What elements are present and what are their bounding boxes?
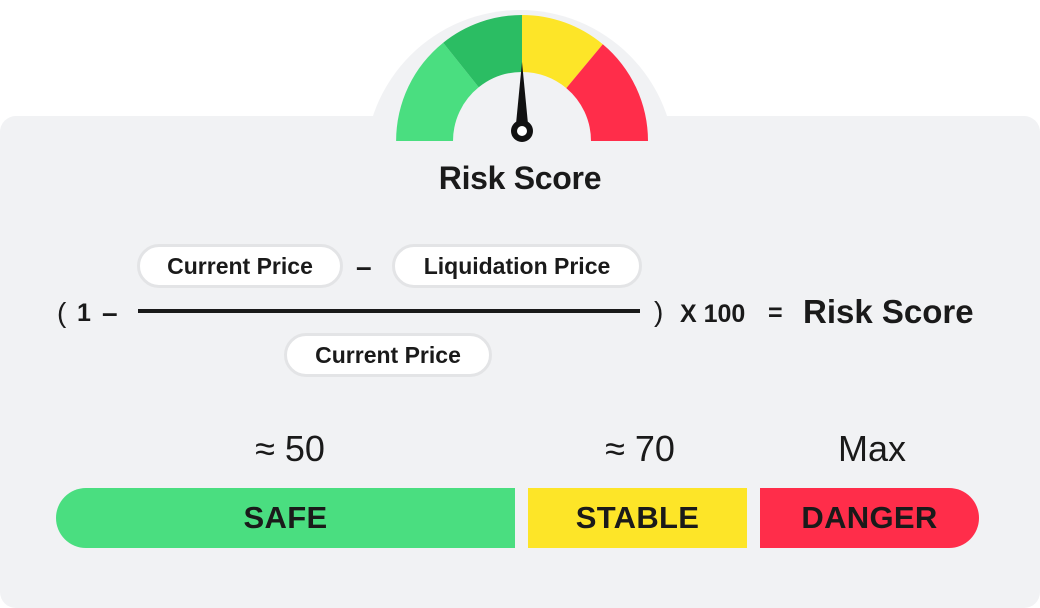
formula-minus: –: [102, 297, 118, 328]
numerator-current-price: Current Price: [137, 244, 343, 288]
threshold-label-danger: Max: [837, 428, 906, 469]
segment-danger: DANGER: [760, 488, 979, 548]
segment-safe: SAFE: [56, 488, 515, 548]
formula-close-paren: ): [654, 296, 664, 327]
formula-one: 1: [77, 299, 91, 327]
gauge-pivot-center: [517, 126, 527, 136]
gauge-title: Risk Score: [438, 160, 602, 196]
segment-stable: STABLE: [528, 488, 747, 548]
formula-result: Risk Score: [803, 293, 974, 330]
threshold-label-stable: ≈ 70: [605, 428, 675, 469]
formula-multiplier: X 100: [680, 300, 746, 328]
numerator-liquidation-price: Liquidation Price: [392, 244, 642, 288]
formula-open-paren: (: [57, 297, 67, 328]
gauge-icon: [396, 14, 648, 142]
threshold-label-safe: ≈ 50: [255, 428, 325, 469]
numerator-minus: –: [356, 251, 372, 282]
denominator-current-price: Current Price: [284, 333, 492, 377]
formula-equals: =: [768, 299, 783, 327]
fraction-bar: [138, 309, 640, 313]
